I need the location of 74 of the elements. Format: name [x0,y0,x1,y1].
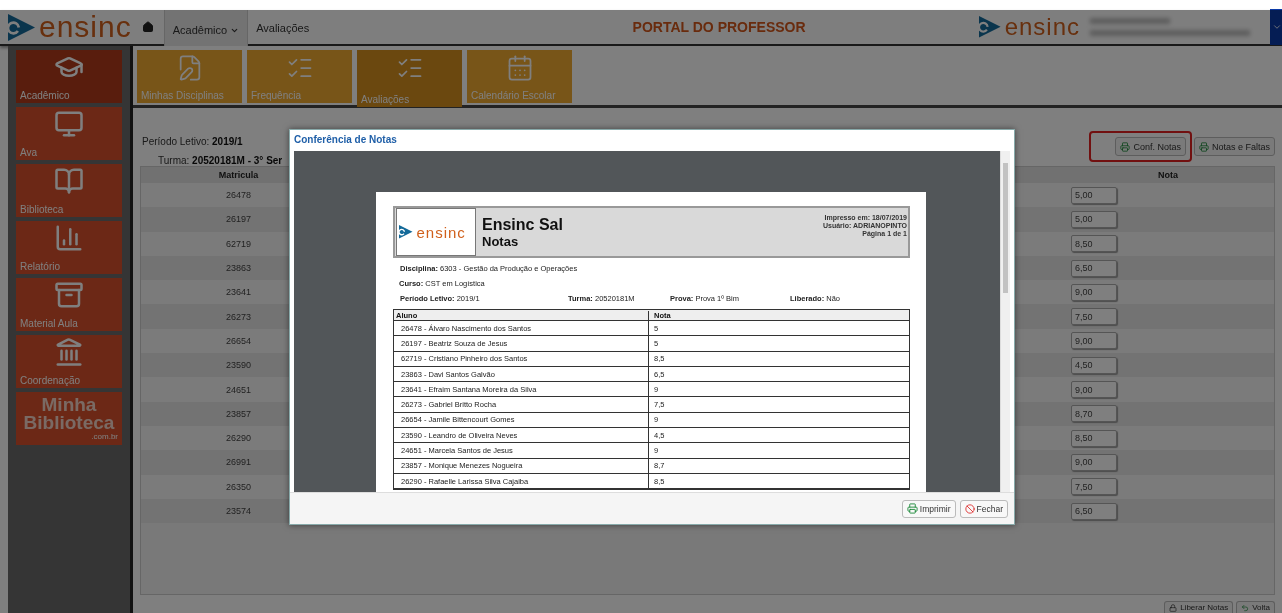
home-icon [141,21,154,33]
logo-mark-icon [399,225,413,239]
scrollbar[interactable] [1000,151,1010,492]
print-report-button[interactable]: Notas e Faltas [1193,137,1275,156]
grade-input[interactable]: 8,70 [1071,405,1117,423]
close-button[interactable]: Fechar [959,499,1008,518]
sidebar-tile[interactable]: Material Aula [16,278,122,331]
column-header: Matricula [217,170,260,180]
grade-input[interactable]: 4,50 [1071,356,1117,374]
dialog-title: Conferência de Notas [293,133,398,147]
table-cell-text: 23590 [225,360,252,371]
table-cell-text: 23863 [225,263,252,274]
class-text: Turma: 20520181M - 3° Ser [157,155,283,166]
grade-input[interactable]: 9,00 [1071,283,1117,301]
monitor-icon [54,109,84,139]
table-cell-text: 23641 [225,287,252,298]
table-cell-text: 26290 [225,433,252,444]
table-cell-text: 26273 [225,311,252,322]
table-cell-text: 24651 [225,384,252,395]
logo-mark-icon [8,13,35,41]
print-report-button[interactable]: Conf. Notas [1115,137,1186,156]
report-title: Notas [482,233,520,249]
printer-icon [1198,141,1209,152]
logo-mark-icon [979,16,1001,38]
grade-input[interactable]: 8,50 [1071,429,1117,447]
library-name: Minha Biblioteca [22,395,116,433]
grade-input[interactable]: 7,50 [1071,308,1117,326]
brand-logo: ensinc [39,12,132,42]
sidebar-tile[interactable]: Biblioteca [16,164,122,217]
close-icon [964,503,975,514]
table-cell-text: 26991 [225,457,252,468]
report-logo: ensinc [416,224,466,240]
library-domain: .com.br [91,432,118,442]
grade-input[interactable]: 5,00 [1071,210,1117,228]
portal-title: PORTAL DO PROFESSOR [631,19,807,35]
lock-icon [1169,603,1178,612]
archive-box-icon [54,280,84,310]
bar-chart-icon [54,223,84,253]
period-text: Período Letivo: 2019/1 [142,136,244,147]
caret-icon [1272,22,1282,32]
footer-button[interactable]: Volta [1236,601,1275,613]
building-columns-icon [54,337,84,367]
module-tile[interactable]: Avaliações [357,50,462,107]
table-cell-text: 26350 [225,481,252,492]
printer-icon [906,503,918,514]
table-cell-text: 23574 [225,506,252,516]
grade-input[interactable]: 9,00 [1071,332,1117,350]
library-tile[interactable]: Minha Biblioteca .com.br [16,392,122,445]
table-cell-text: 23857 [225,408,252,419]
sidebar-tile[interactable]: Coordenação [16,335,122,388]
grade-input[interactable]: 8,50 [1071,235,1117,253]
sidebar-tile[interactable]: Relatório [16,221,122,274]
sidebar-tile[interactable]: Ava [16,107,122,160]
printer-icon [1120,141,1131,152]
grade-input[interactable]: 6,50 [1071,502,1117,520]
grade-input[interactable]: 5,00 [1071,186,1117,204]
table-cell-text: 62719 [225,238,252,249]
book-icon [54,166,84,196]
grade-input[interactable]: 9,00 [1071,381,1117,398]
table-cell-text: 26654 [225,335,252,346]
footer-button[interactable]: Liberar Notas [1164,601,1234,613]
table-cell-text: 26478 [225,190,252,201]
print-button[interactable]: Imprimir [901,499,956,518]
grade-input[interactable]: 7,50 [1071,478,1117,496]
grade-input[interactable]: 6,50 [1071,259,1117,277]
report-company: Ensinc Sal [482,215,564,234]
table-cell-text: 26197 [225,214,252,225]
back-arrow-icon [1241,603,1250,612]
nav-menu-item[interactable]: Avaliações [248,10,318,46]
grade-input[interactable]: 9,00 [1071,453,1117,471]
sidebar-tile[interactable]: Acadêmico [16,50,122,103]
column-header: Nota [1157,170,1179,180]
user-menu-button[interactable] [1270,9,1282,45]
brand-logo: ensinc [1004,15,1080,39]
